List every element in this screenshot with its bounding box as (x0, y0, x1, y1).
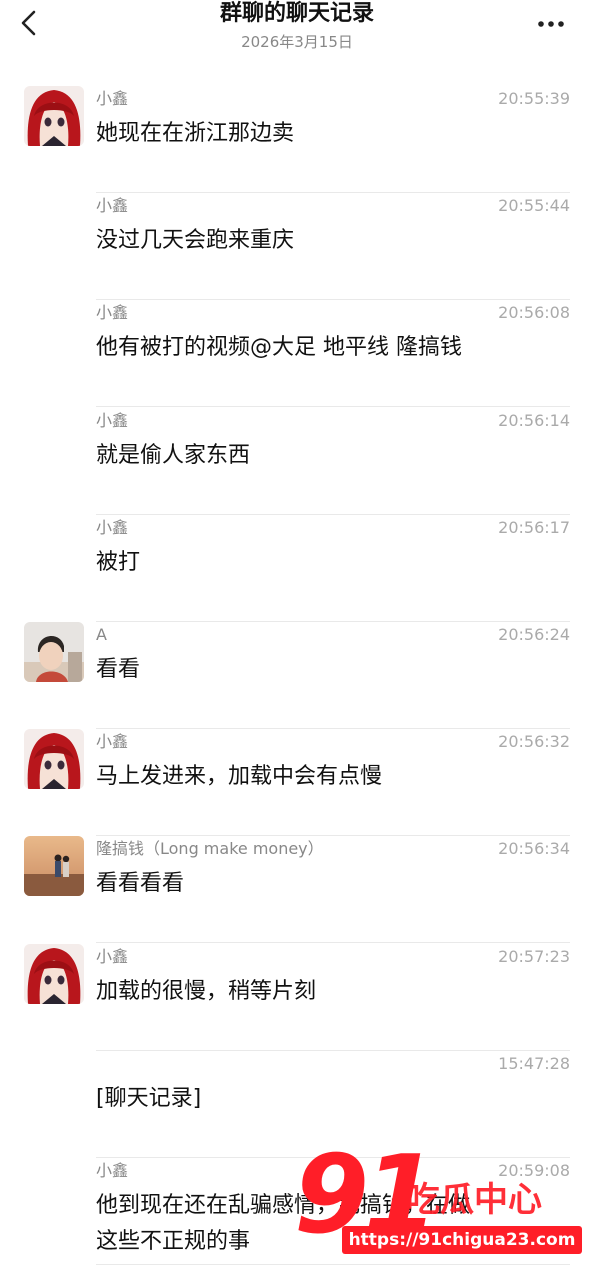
sender-name: 隆搞钱（Long make money） (96, 839, 324, 859)
sender-name: 小鑫 (96, 732, 129, 752)
watermark-brand: 吃瓜中心 (406, 1180, 542, 1220)
message-text: 没过几天会跑来重庆 (96, 228, 295, 254)
message-time: 20:56:14 (498, 410, 570, 430)
chat-header: 群聊的聊天记录 2026年3月15日 (0, 0, 594, 62)
sender-name: 小鑫 (96, 410, 129, 430)
watermark: 91 吃瓜中心 https://91chigua23.com (288, 1136, 594, 1276)
message-row[interactable]: 小鑫 20:55:39 她现在在浙江那边卖 (0, 86, 594, 193)
message-text: 他有被打的视频@大足 地平线 隆搞钱 (96, 335, 462, 361)
sender-name: 小鑫 (96, 517, 129, 537)
avatar[interactable] (24, 943, 84, 1004)
message-row[interactable]: A 20:56:24 看看 (0, 622, 594, 729)
message-text: 看看看看 (96, 871, 185, 897)
sender-name: 小鑫 (96, 303, 129, 323)
message-time: 20:55:44 (498, 196, 570, 216)
message-text: 看看 (96, 657, 141, 682)
chat-date: 2026年3月15日 (241, 33, 353, 51)
message-text: 加载的很慢，稍等片刻 (96, 978, 317, 1004)
sender-name: 小鑫 (96, 946, 129, 966)
message-time: 20:56:24 (498, 625, 570, 644)
message-time: 20:56:17 (498, 517, 570, 537)
more-horizontal-icon[interactable] (534, 14, 568, 34)
message-time: 20:56:08 (498, 303, 570, 323)
message-row[interactable]: 小鑫 20:56:08 他有被打的视频@大足 地平线 隆搞钱 (0, 300, 594, 408)
message-text: [聊天记录] (96, 1085, 202, 1111)
message-time: 20:56:34 (498, 839, 570, 859)
message-row[interactable]: 小鑫 20:56:32 马上发进来，加载中会有点慢 (0, 729, 594, 837)
sender-name: 小鑫 (96, 89, 129, 108)
sender-name: A (96, 625, 107, 644)
page-title: 群聊的聊天记录 (219, 1, 374, 26)
message-text: 被打 (96, 549, 141, 575)
sender-name: 小鑫 (96, 1161, 129, 1180)
avatar[interactable] (24, 729, 84, 790)
message-time: 15:47:28 (498, 1053, 570, 1073)
message-row[interactable]: 小鑫 20:57:23 加载的很慢，稍等片刻 (0, 943, 594, 1051)
message-text: 马上发进来，加载中会有点慢 (96, 764, 383, 790)
message-row[interactable]: 小鑫 20:55:44 没过几天会跑来重庆 (0, 193, 594, 301)
avatar[interactable] (24, 622, 84, 682)
message-row[interactable]: 小鑫 20:56:17 被打 (0, 515, 594, 622)
message-row[interactable]: 隆搞钱（Long make money） 20:56:34 看看看看 (0, 836, 594, 944)
avatar[interactable] (24, 836, 84, 897)
watermark-url: https://91chigua23.com (342, 1226, 582, 1254)
message-time: 20:57:23 (498, 946, 570, 966)
message-text: 她现在在浙江那边卖 (96, 121, 295, 146)
message-text: 就是偷人家东西 (96, 442, 251, 468)
message-time: 20:56:32 (498, 732, 570, 752)
avatar[interactable] (24, 86, 84, 146)
sender-name: 小鑫 (96, 196, 129, 216)
message-row[interactable]: 小鑫 20:56:14 就是偷人家东西 (0, 408, 594, 515)
message-time: 20:55:39 (498, 89, 570, 108)
